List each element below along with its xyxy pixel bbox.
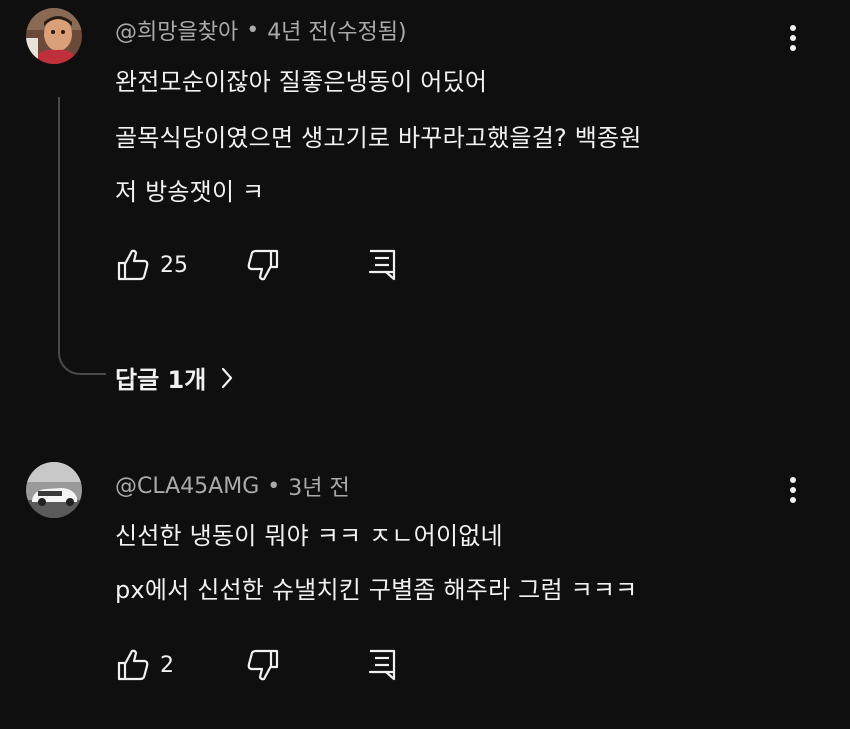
replies-count-label: 답글 1개 xyxy=(115,366,207,394)
more-actions-button[interactable] xyxy=(778,470,808,510)
meta-separator: • xyxy=(267,473,281,499)
comment-age[interactable]: 3년 전 xyxy=(288,470,349,502)
thumbs-down-icon xyxy=(247,249,279,281)
like-count: 2 xyxy=(160,652,174,678)
thumbs-down-icon xyxy=(247,649,279,681)
chevron-right-icon xyxy=(222,367,233,388)
like-count: 25 xyxy=(160,252,188,278)
comment-author[interactable]: @희망을찾아 xyxy=(115,14,238,46)
more-vertical-icon xyxy=(790,25,796,51)
comment-meta: @CLA45AMG • 3년 전 xyxy=(115,470,350,502)
avatar[interactable] xyxy=(26,462,82,518)
more-actions-button[interactable] xyxy=(778,18,808,58)
comment-author[interactable]: @CLA45AMG xyxy=(115,474,259,499)
view-replies-button[interactable]: 답글 1개 xyxy=(115,360,234,395)
reply-button[interactable] xyxy=(366,248,398,282)
comment-text-line: 완전모순이잖아 질좋은냉동이 어딨어 xyxy=(115,68,488,96)
comment-text-line: 골목식당이였으면 생고기로 바꾸라고했을걸? 백종원 xyxy=(115,124,642,152)
like-button[interactable]: 25 xyxy=(116,248,188,282)
comment-text-line: 저 방송잿이 ㅋ xyxy=(115,178,265,206)
like-button[interactable]: 2 xyxy=(116,648,174,682)
comment-text-line: px에서 신선한 슈낼치킨 구별좀 해주라 그럼 ㅋㅋㅋ xyxy=(115,576,638,604)
dislike-button[interactable] xyxy=(246,648,280,682)
thumbs-up-icon xyxy=(117,249,149,281)
edited-label: (수정됨) xyxy=(328,20,407,45)
reply-comment-icon xyxy=(368,649,396,681)
thread-connector-line xyxy=(58,97,106,375)
avatar[interactable] xyxy=(26,8,82,64)
reply-comment-icon xyxy=(368,249,396,281)
comment-meta: @희망을찾아 • 4년 전 (수정됨) xyxy=(115,14,407,46)
comment-text-line: 신선한 냉동이 뭐야 ㅋㅋ ㅈㄴ어이없네 xyxy=(115,522,503,550)
meta-separator: • xyxy=(246,17,260,43)
thumbs-up-icon xyxy=(117,649,149,681)
reply-button[interactable] xyxy=(366,648,398,682)
more-vertical-icon xyxy=(790,477,796,503)
comment-age[interactable]: 4년 전 xyxy=(267,14,328,46)
dislike-button[interactable] xyxy=(246,248,280,282)
